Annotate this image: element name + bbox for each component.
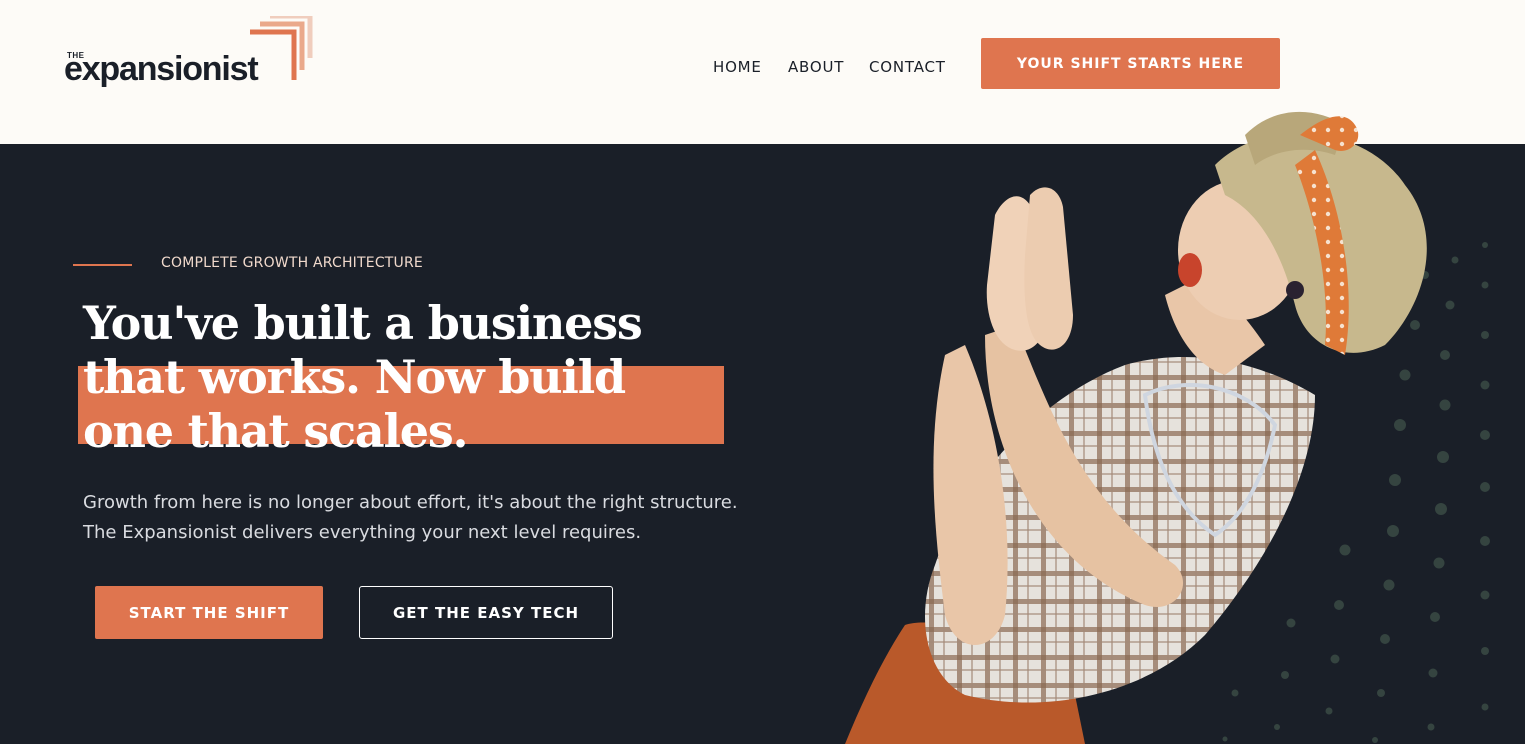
your-shift-starts-here-button[interactable]: YOUR SHIFT STARTS HERE — [981, 38, 1280, 89]
get-the-easy-tech-button[interactable]: GET THE EASY TECH — [359, 586, 613, 639]
headline-line-3: one that scales. — [83, 404, 469, 458]
hero-headline: You've built a business that works. Now … — [83, 296, 723, 458]
hero-eyebrow: COMPLETE GROWTH ARCHITECTURE — [161, 255, 423, 271]
nav-home[interactable]: HOME — [713, 58, 762, 76]
hero-woman-image — [845, 111, 1490, 744]
nav-contact[interactable]: CONTACT — [869, 58, 946, 76]
subtext-line-2: The Expansionist delivers everything you… — [83, 522, 642, 543]
start-the-shift-button[interactable]: START THE SHIFT — [95, 586, 323, 639]
headline-line-1: You've built a business — [83, 296, 643, 350]
headline-line-2: that works. Now build — [83, 350, 626, 404]
site-logo[interactable]: THE expansionist — [64, 16, 314, 96]
eyebrow-divider — [73, 264, 132, 266]
subtext-line-1: Growth from here is no longer about effo… — [83, 492, 738, 513]
logo-wordmark: expansionist — [64, 50, 259, 88]
nav-about[interactable]: ABOUT — [788, 58, 844, 76]
logo-stripes-icon — [250, 16, 313, 80]
hero-subtext: Growth from here is no longer about effo… — [83, 488, 783, 548]
